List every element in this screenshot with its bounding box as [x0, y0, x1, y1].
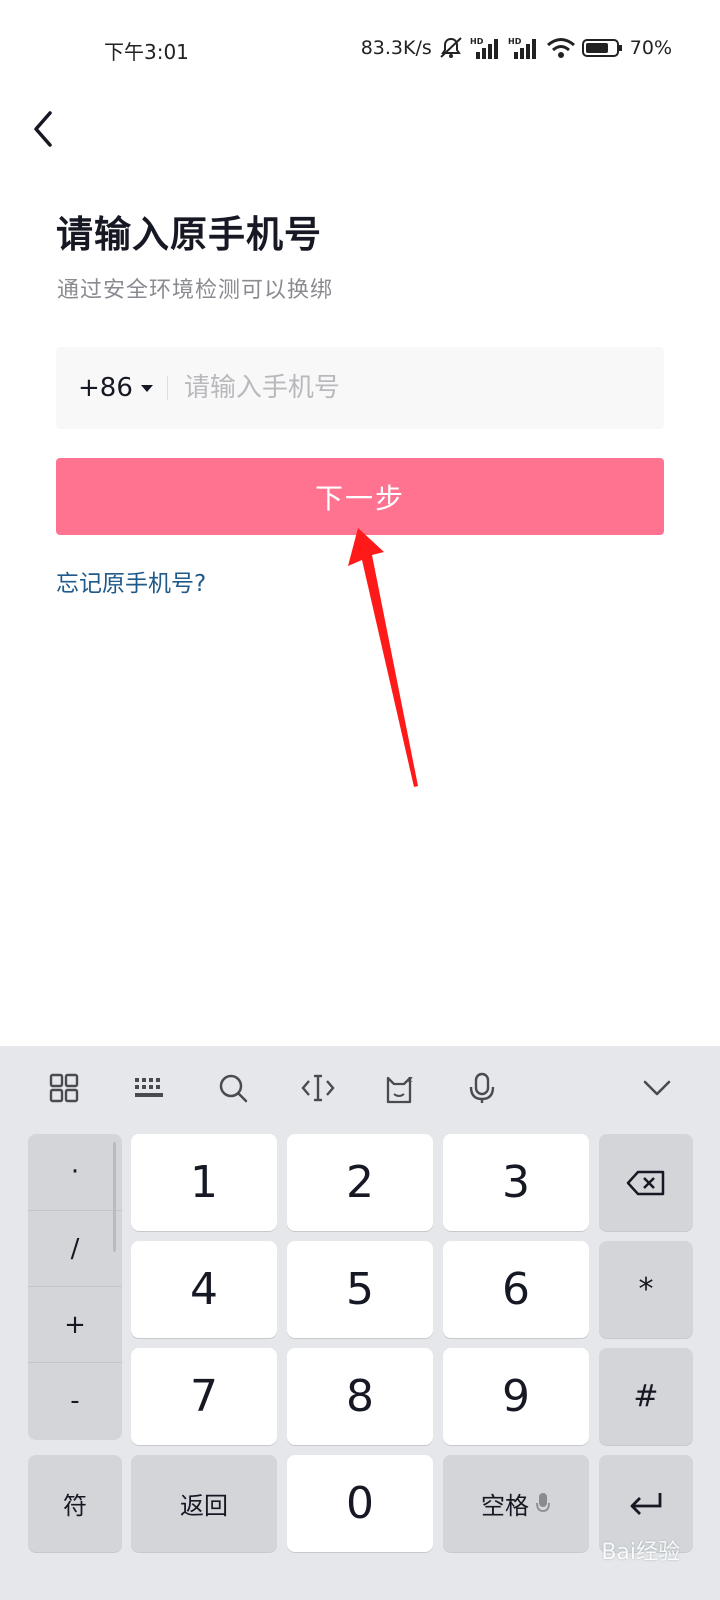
space-key[interactable]: 空格 — [443, 1455, 589, 1552]
watermark: Bai经验 — [601, 1540, 680, 1565]
hash-key[interactable]: # — [599, 1348, 693, 1445]
microphone-icon — [536, 1492, 550, 1512]
key-1[interactable]: 1 — [131, 1134, 277, 1231]
emoji-cat-icon[interactable]: z — [381, 1068, 421, 1108]
wifi-icon — [546, 36, 576, 60]
chevron-left-icon — [34, 111, 52, 147]
caret-down-icon — [140, 384, 153, 392]
key-6[interactable]: 6 — [443, 1241, 589, 1338]
page-subtitle: 通过安全环境检测可以换绑 — [57, 278, 334, 303]
svg-text:HD: HD — [470, 37, 484, 46]
return-key[interactable]: 返回 — [131, 1455, 277, 1552]
next-button[interactable]: 下一步 — [56, 458, 664, 535]
country-code-selector[interactable]: +86 — [56, 347, 153, 429]
signal-hd-icon-2: HD — [508, 36, 540, 60]
key-9[interactable]: 9 — [443, 1348, 589, 1445]
svg-text:z: z — [408, 1075, 413, 1085]
phone-input[interactable] — [167, 347, 664, 429]
forgot-phone-link[interactable]: 忘记原手机号? — [56, 564, 206, 598]
symbol-key[interactable]: / — [28, 1211, 122, 1287]
svg-text:HD: HD — [508, 37, 522, 46]
country-code: +86 — [78, 373, 133, 403]
key-2[interactable]: 2 — [287, 1134, 433, 1231]
status-bar: 下午3:01 83.3K/s HD HD 70% — [0, 0, 720, 100]
key-4[interactable]: 4 — [131, 1241, 277, 1338]
keyboard-icon[interactable] — [129, 1068, 169, 1108]
grid-icon[interactable] — [44, 1068, 84, 1108]
collapse-icon[interactable] — [637, 1068, 677, 1108]
battery-percent: 70% — [629, 37, 672, 59]
battery-icon — [581, 37, 624, 59]
phone-field: +86 — [56, 347, 664, 429]
symbols-key[interactable]: 符 — [28, 1455, 122, 1552]
symbol-key[interactable]: - — [28, 1363, 122, 1439]
status-icons: 83.3K/s HD HD 70% — [361, 34, 672, 62]
back-button[interactable] — [22, 104, 62, 154]
status-time: 下午3:01 — [104, 40, 189, 64]
cursor-icon[interactable] — [298, 1068, 338, 1108]
key-0[interactable]: 0 — [287, 1455, 433, 1552]
backspace-key[interactable] — [599, 1134, 693, 1231]
scrollbar[interactable] — [113, 1142, 116, 1252]
page-title: 请输入原手机号 — [56, 213, 322, 256]
signal-hd-icon: HD — [470, 36, 502, 60]
keyboard-toolbar: z — [0, 1046, 720, 1132]
key-8[interactable]: 8 — [287, 1348, 433, 1445]
symbol-list: · / + - — [28, 1134, 122, 1440]
backspace-icon — [626, 1170, 665, 1195]
star-key[interactable]: * — [599, 1241, 693, 1338]
mute-bell-icon — [438, 36, 464, 60]
key-3[interactable]: 3 — [443, 1134, 589, 1231]
symbol-key[interactable]: · — [28, 1134, 122, 1210]
key-7[interactable]: 7 — [131, 1348, 277, 1445]
net-speed: 83.3K/s — [360, 37, 432, 59]
search-icon[interactable] — [213, 1068, 253, 1108]
key-5[interactable]: 5 — [287, 1241, 433, 1338]
enter-icon — [630, 1492, 662, 1515]
microphone-icon[interactable] — [462, 1068, 502, 1108]
symbol-key[interactable]: + — [28, 1287, 122, 1363]
